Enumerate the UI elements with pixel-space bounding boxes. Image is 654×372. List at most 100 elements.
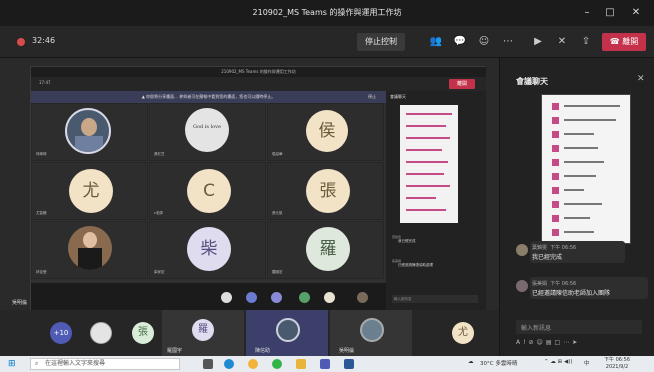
start-icon[interactable]: ⊞ (8, 359, 18, 369)
participant-tile: 侯 侯紹華 (267, 103, 384, 161)
line-icon[interactable] (272, 359, 282, 369)
share-banner: ▲ 你即將分享畫面... 參與者可在簡報中看到您的畫面，您也可以隨時停止。 停止 (31, 91, 386, 103)
participant-name: 張元凱 (272, 211, 283, 215)
clock[interactable]: 下午 06:56 2021/9/2 (604, 357, 630, 371)
reactions-icon[interactable]: ☺ (476, 34, 492, 50)
participant-name: 羅國宇 (167, 348, 183, 354)
shared-chat-message: 我已經完成 (398, 239, 416, 243)
letter-avatar: 尤 (69, 169, 113, 213)
participant-tile: 柴 柴家宏 (149, 221, 266, 279)
participant-name: 柴家宏 (154, 270, 165, 274)
leave-label: 離開 (622, 37, 639, 46)
search-icon: ⌕ (35, 360, 39, 367)
recording-icon (17, 38, 25, 46)
participant-name: 林綺琦 (36, 152, 47, 156)
minimize-button[interactable]: – (578, 5, 596, 21)
chat-panel: 會議聊天 ✕ 葉錦雯 下午 06:56 我已經完成 張美娟 下午 06:56 已… (499, 58, 654, 356)
share-icon[interactable]: ⇪ (578, 34, 594, 50)
letter-avatar: 張 (306, 169, 350, 213)
maximize-button[interactable]: □ (601, 5, 619, 21)
close-icon[interactable]: ✕ (637, 74, 645, 84)
participant-tile: 尤 尤智麒 (31, 162, 148, 220)
close-window-button[interactable]: ✕ (627, 5, 645, 21)
taskbar-search[interactable]: ⌕ 在這裡輸入文字來搜尋 (30, 358, 180, 370)
camera-icon[interactable]: ▶ (530, 34, 546, 50)
participant-tile: 林綺琦 (31, 103, 148, 161)
leave-button[interactable]: ☎ 離開 (602, 33, 646, 51)
message-text: 我已經完成 (532, 254, 563, 261)
letter-avatar: 侯 (306, 110, 348, 152)
system-tray-icons[interactable]: ⌃ ☁ ⊞ ◀)) (544, 359, 572, 365)
participant-tile[interactable]: 吳明倫 (330, 310, 412, 356)
clock-date: 2021/9/2 (605, 364, 629, 370)
participant-tile[interactable]: 羅 羅國宇 (162, 310, 244, 356)
edge-icon[interactable] (224, 359, 234, 369)
logo-text: God is love (193, 124, 221, 130)
ime-indicator[interactable]: 中 (584, 359, 590, 367)
send-icon[interactable]: ➤ (572, 339, 580, 346)
mic-off-icon[interactable]: ✕ (554, 34, 570, 50)
participant-tile[interactable]: 陳信助 (246, 310, 328, 356)
teams-icon[interactable] (320, 359, 330, 369)
stop-control-button[interactable]: 停止控制 (357, 33, 405, 51)
weather-icon[interactable]: ☁ (468, 359, 474, 365)
logo-avatar: God is love (185, 108, 229, 152)
message-time: 下午 06:56 (550, 281, 577, 287)
chrome-icon[interactable] (248, 359, 258, 369)
participant-tile: C c老師 (149, 162, 266, 220)
participant-name: c老師 (154, 211, 163, 215)
chat-title: 會議聊天 (516, 77, 548, 86)
search-placeholder: 在這裡輸入文字來搜尋 (45, 360, 106, 367)
sticker-icon[interactable]: □ (554, 339, 563, 346)
message-meta: 張美娟 下午 06:56 (532, 280, 576, 287)
people-icon[interactable]: 👥 (428, 34, 444, 50)
window-title: 210902_MS Teams 的操作與運用工作坊 (252, 8, 402, 17)
teams-window: { "window": { "title": "210902_MS Teams … (0, 0, 654, 372)
participant-photo (65, 108, 111, 154)
participant-photo (276, 318, 300, 342)
chat-image[interactable] (541, 94, 631, 244)
video-grid: 林綺琦 God is love 張紅豆 侯 侯紹華 尤 尤智麒 C c老師 張 … (31, 103, 386, 283)
participant-avatar[interactable] (90, 322, 112, 344)
compose-toolbar: A!⊘☺▤□⋯➤ (516, 339, 580, 346)
message-author: 張美娟 (532, 281, 548, 287)
participant-name: 吳明倫 (339, 348, 355, 354)
shared-timer: 17:47 (39, 80, 51, 85)
file-explorer-icon[interactable] (296, 359, 306, 369)
shared-chat-image (400, 105, 458, 223)
shared-compose-box: 輸入新訊息 (392, 295, 478, 303)
message-text: 已經邀請陳信助老師加入團隊 (532, 290, 611, 297)
participant-name: 張紅豆 (154, 152, 165, 156)
windows-taskbar: ⊞ ⌕ 在這裡輸入文字來搜尋 ☁ 30°C 多雲時晴 ⌃ ☁ ⊞ ◀)) 中 下… (0, 356, 654, 372)
shared-chat-author: 張美娟 (392, 259, 402, 263)
shared-participant-row (31, 283, 386, 313)
shared-chat-message: 已經邀請陳張協助處理 (398, 263, 433, 267)
compose-input[interactable]: 輸入新訊息 (516, 320, 642, 334)
weather-text[interactable]: 30°C 多雲時晴 (480, 359, 517, 367)
avatar (516, 244, 528, 256)
word-icon[interactable] (344, 359, 354, 369)
participant-avatar[interactable]: 張 (132, 322, 154, 344)
meeting-toolbar: 32:46 停止控制 👥 💬 ☺ ⋯ ▶ ✕ ⇪ ☎ 離開 (0, 26, 654, 58)
shared-chat-author: 葉錦雯 (392, 235, 402, 239)
clock-time: 下午 06:56 (604, 357, 630, 363)
more-icon[interactable]: ⋯ (500, 34, 516, 50)
letter-avatar: 羅 (306, 227, 350, 271)
participant-name: 陳信助 (255, 348, 271, 354)
participant-photo (68, 226, 112, 270)
shared-title: 210902_MS Teams 的操作與運用工作坊 (31, 67, 486, 77)
attach-icon[interactable]: ⊘ (529, 339, 537, 346)
task-view-icon[interactable] (203, 359, 213, 369)
presenter-name: 吳明倫 (12, 300, 28, 306)
message-time: 下午 06:56 (550, 245, 577, 251)
participant-photo (360, 318, 384, 342)
participant-tile: 張 張元凱 (267, 162, 384, 220)
participant-tile: 羅 羅國宏 (267, 221, 384, 279)
participant-avatar[interactable]: 尤 (452, 322, 474, 344)
more-icon[interactable]: ⋯ (563, 339, 572, 346)
participant-name: 羅國宏 (272, 270, 283, 274)
overflow-count[interactable]: +10 (50, 322, 72, 344)
chat-icon[interactable]: 💬 (452, 34, 468, 50)
emoji-icon[interactable]: ☺ (537, 339, 546, 346)
participant-tile: 林佳瑩 (31, 221, 148, 279)
